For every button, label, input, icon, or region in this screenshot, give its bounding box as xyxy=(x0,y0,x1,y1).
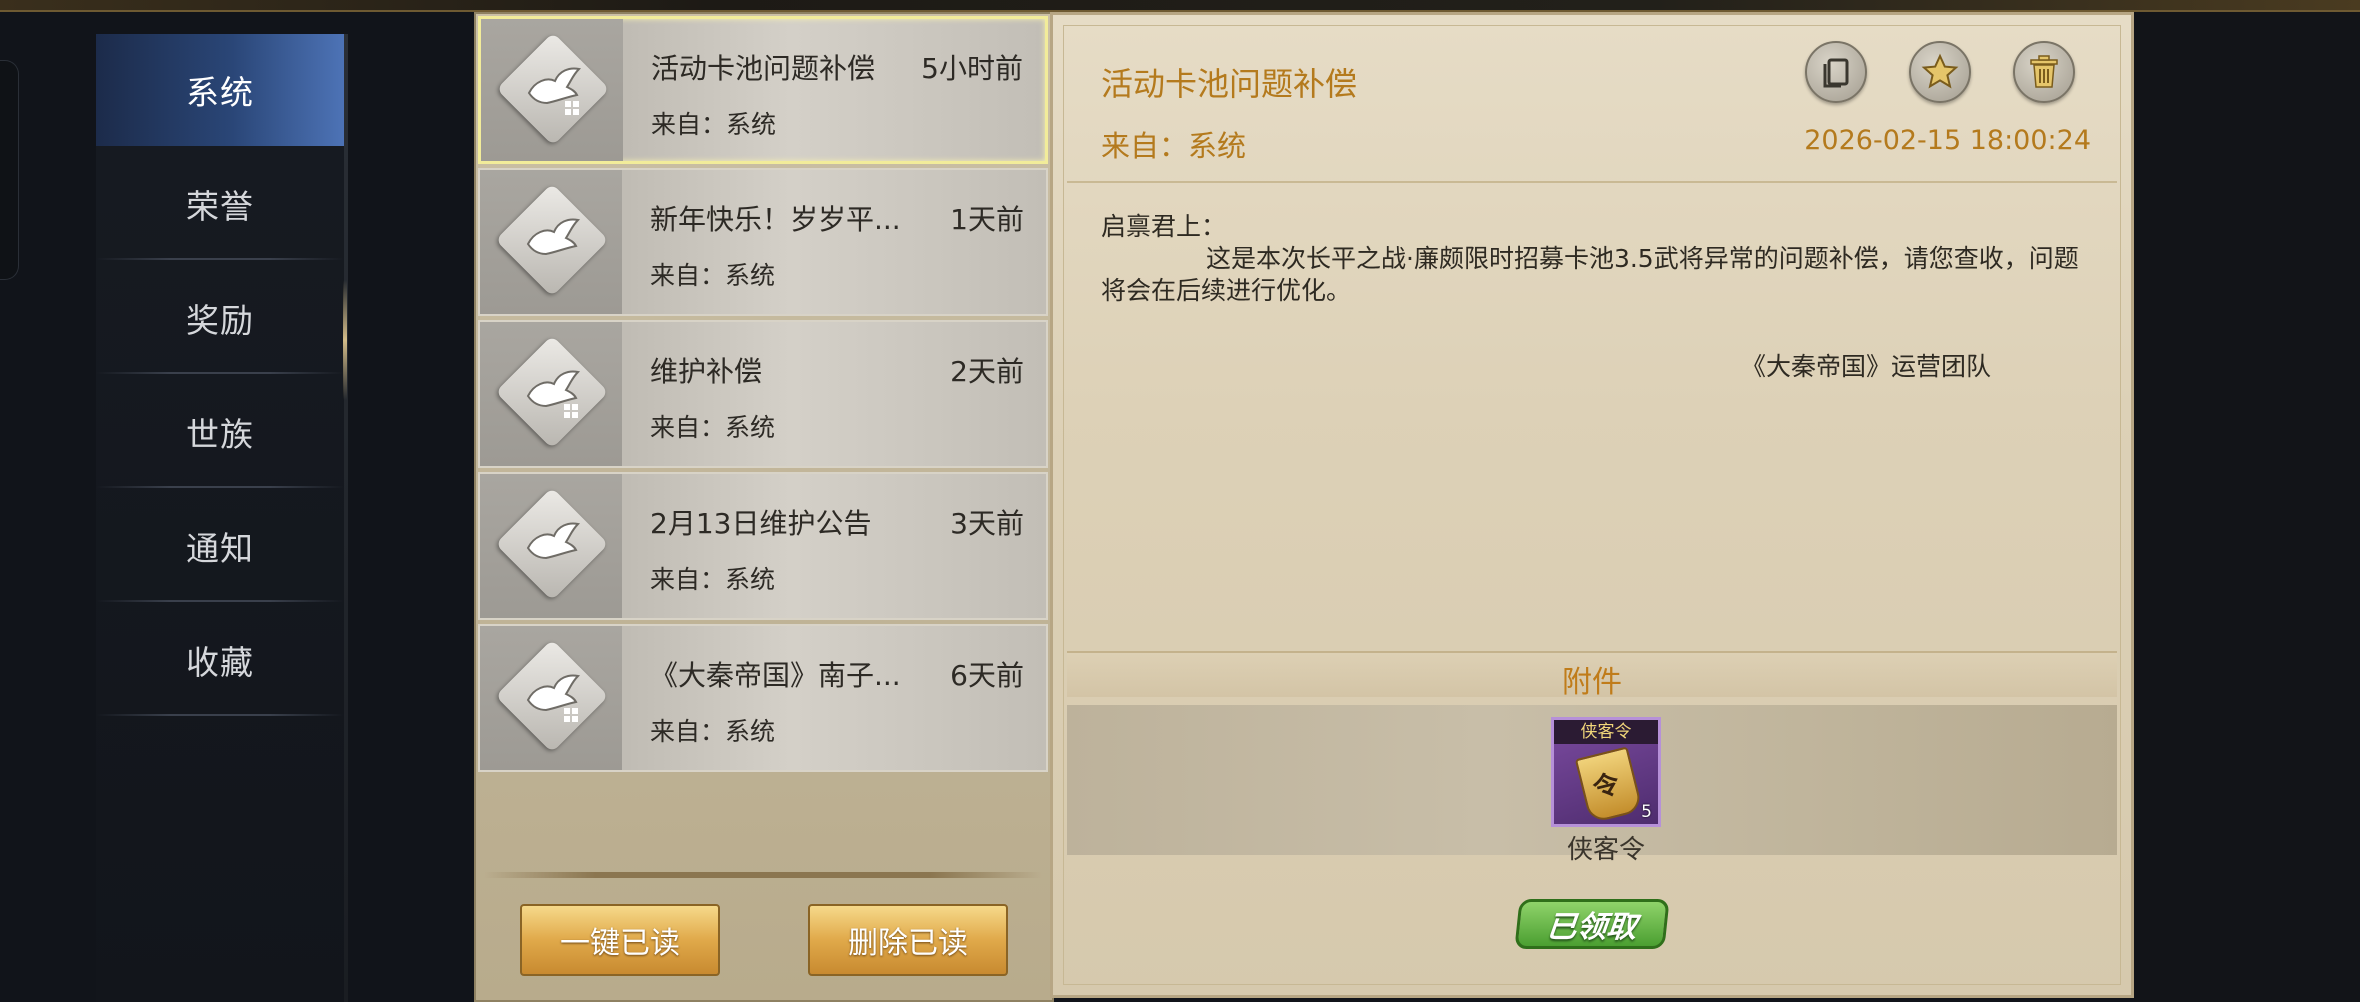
mail-list-item[interactable]: 《大秦帝国》南子... 6天前 来自：系统 xyxy=(478,624,1048,772)
copy-button[interactable] xyxy=(1805,41,1867,103)
nav-item-notice[interactable]: 通知 xyxy=(96,490,344,602)
mail-icon-box xyxy=(480,322,622,466)
top-frame-bar xyxy=(0,0,2360,12)
nav-divider-glow xyxy=(343,280,347,400)
mail-body-text: 这是本次长平之战·廉颇限时招募卡池3.5武将异常的问题补偿，请您查收，问题将会在… xyxy=(1101,244,2079,305)
mail-list-item[interactable]: 活动卡池问题补偿 5小时前 来自：系统 xyxy=(478,16,1048,164)
mail-icon-box xyxy=(481,19,623,161)
attachment-header: 附件 xyxy=(1067,651,2117,700)
mail-sender: 来自：系统 xyxy=(650,717,776,746)
token-icon: 令 xyxy=(1574,746,1644,824)
claimed-badge: 已领取 xyxy=(1514,899,1670,949)
nav-item-label: 荣誉 xyxy=(186,187,254,226)
star-icon xyxy=(1921,53,1959,89)
mail-title: 活动卡池问题补偿 xyxy=(651,52,876,85)
mail-category-nav: 系统 荣誉 奖励 世族 通知 收藏 xyxy=(96,34,344,1002)
nav-item-label: 通知 xyxy=(186,529,254,568)
attachment-label: 附件 xyxy=(1562,665,1622,700)
detail-header-divider xyxy=(1067,181,2117,183)
nav-item-label: 世族 xyxy=(186,415,254,454)
delete-mail-button[interactable] xyxy=(2013,41,2075,103)
detail-date: 2026-02-15 18:00:24 xyxy=(1804,125,2091,156)
dove-mail-icon xyxy=(526,522,581,560)
nav-item-label: 系统 xyxy=(186,73,254,112)
dove-mail-icon xyxy=(526,674,581,722)
item-count: 5 xyxy=(1641,802,1652,822)
nav-item-favorites[interactable]: 收藏 xyxy=(96,604,344,716)
mail-list-panel: 活动卡池问题补偿 5小时前 来自：系统 新年快乐！岁岁平... 1天前 来自：系… xyxy=(474,12,1054,1002)
mail-time: 3天前 xyxy=(950,507,1024,540)
dove-mail-icon xyxy=(526,218,581,256)
mail-icon-box xyxy=(480,474,622,618)
nav-item-clan[interactable]: 世族 xyxy=(96,376,344,488)
mail-time: 2天前 xyxy=(950,355,1024,388)
nav-item-label: 收藏 xyxy=(186,643,254,682)
detail-sender: 来自：系统 xyxy=(1101,129,1247,163)
nav-item-label: 奖励 xyxy=(186,301,254,340)
dove-mail-icon xyxy=(527,67,582,115)
attachment-area: 侠客令 令 5 侠客令 xyxy=(1067,705,2117,865)
mail-list-item[interactable]: 维护补偿 2天前 来自：系统 xyxy=(478,320,1048,468)
nav-item-reward[interactable]: 奖励 xyxy=(96,262,344,374)
mail-icon-box xyxy=(480,170,622,314)
mail-title: 《大秦帝国》南子... xyxy=(650,659,901,692)
nav-item-honor[interactable]: 荣誉 xyxy=(96,148,344,260)
mail-detail-panel: 活动卡池问题补偿 来自：系统 2026-02-15 18:00:24 启禀君上：… xyxy=(1050,12,2134,998)
mail-title: 新年快乐！岁岁平... xyxy=(650,203,901,236)
dove-mail-icon xyxy=(526,370,581,418)
favorite-button[interactable] xyxy=(1909,41,1971,103)
item-tag: 侠客令 xyxy=(1554,720,1658,744)
mail-salutation: 启禀君上： xyxy=(1101,212,1227,241)
mark-all-read-button[interactable]: 一键已读 xyxy=(520,904,720,976)
list-divider xyxy=(484,872,1042,878)
mail-sender: 来自：系统 xyxy=(650,565,776,594)
mail-time: 6天前 xyxy=(950,659,1024,692)
mail-sender: 来自：系统 xyxy=(651,110,777,139)
trash-icon xyxy=(2030,55,2058,88)
mail-title: 2月13日维护公告 xyxy=(650,507,872,540)
detail-title: 活动卡池问题补偿 xyxy=(1101,65,1358,103)
mail-signature: 《大秦帝国》运营团队 xyxy=(1741,352,1992,381)
mail-time: 5小时前 xyxy=(921,52,1023,85)
mail-time: 1天前 xyxy=(950,203,1024,236)
mail-title: 维护补偿 xyxy=(650,355,763,388)
nav-divider xyxy=(344,34,348,1002)
right-background xyxy=(2134,12,2360,1002)
mail-list-item[interactable]: 新年快乐！岁岁平... 1天前 来自：系统 xyxy=(478,168,1048,316)
mail-sender: 来自：系统 xyxy=(650,261,776,290)
delete-read-button[interactable]: 删除已读 xyxy=(808,904,1008,976)
copy-icon xyxy=(1823,58,1849,88)
item-name: 侠客令 xyxy=(1566,835,1645,865)
token-glyph: 令 xyxy=(1590,768,1623,805)
side-drawer-handle[interactable] xyxy=(0,60,19,280)
mail-icon-box xyxy=(480,626,622,770)
nav-item-system[interactable]: 系统 xyxy=(96,34,344,146)
attachment-item[interactable]: 侠客令 令 5 xyxy=(1551,717,1661,827)
mail-list-item[interactable]: 2月13日维护公告 3天前 来自：系统 xyxy=(478,472,1048,620)
mail-body: 启禀君上： 这是本次长平之战·廉颇限时招募卡池3.5武将异常的问题补偿，请您查收… xyxy=(1101,211,2101,381)
mail-sender: 来自：系统 xyxy=(650,413,776,442)
